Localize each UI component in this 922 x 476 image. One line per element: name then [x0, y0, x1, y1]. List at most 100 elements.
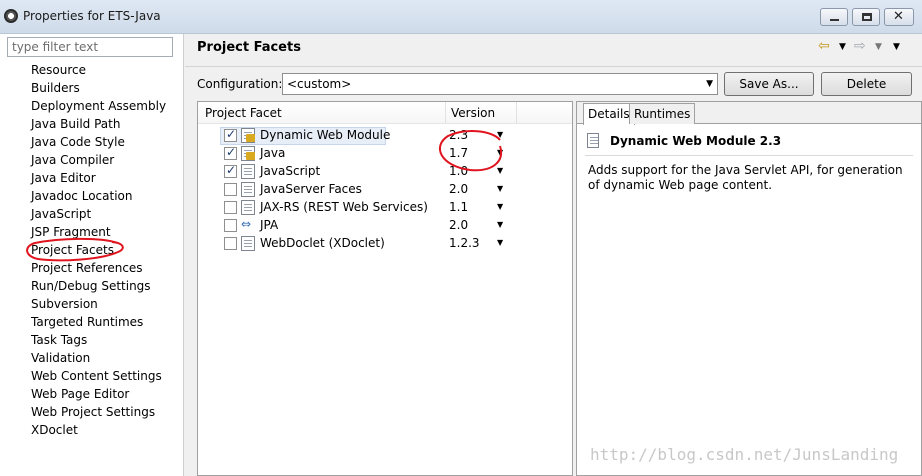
sidebar-item-task-tags[interactable]: Task Tags — [31, 331, 166, 349]
configuration-value: <custom> — [287, 77, 352, 91]
sidebar-item-java-compiler[interactable]: Java Compiler — [31, 151, 166, 169]
forward-arrow-icon[interactable]: ⇨ — [854, 38, 866, 54]
column-header-version[interactable]: Version — [451, 106, 495, 120]
sidebar-item-java-editor[interactable]: Java Editor — [31, 169, 166, 187]
table-row[interactable]: WebDoclet (XDoclet) 1.2.3 ▼ — [198, 235, 572, 253]
sidebar-item-validation[interactable]: Validation — [31, 349, 166, 367]
tab-bar: Details Runtimes — [577, 102, 921, 125]
sidebar-item-web-project-settings[interactable]: Web Project Settings — [31, 403, 166, 421]
table-row[interactable]: ⇔ JPA 2.0 ▼ — [198, 217, 572, 235]
sidebar-item-javascript[interactable]: JavaScript — [31, 205, 166, 223]
details-description: Adds support for the Java Servlet API, f… — [588, 163, 903, 192]
sidebar-item-resource[interactable]: Resource — [31, 61, 166, 79]
configuration-label: Configuration: — [197, 77, 283, 91]
facet-checkbox[interactable] — [224, 201, 237, 214]
table-header: Project Facet Version — [198, 102, 572, 124]
sidebar-item-java-code-style[interactable]: Java Code Style — [31, 133, 166, 151]
sidebar-item-web-page-editor[interactable]: Web Page Editor — [31, 385, 166, 403]
close-icon: ✕ — [893, 9, 904, 24]
facet-checkbox[interactable] — [224, 219, 237, 232]
sidebar-item-builders[interactable]: Builders — [31, 79, 166, 97]
facet-checkbox[interactable] — [224, 145, 237, 160]
minimize-icon — [830, 19, 839, 21]
facet-version[interactable]: 2.3 — [449, 128, 468, 142]
facet-name: JavaServer Faces — [260, 182, 362, 196]
version-dropdown-icon[interactable]: ▼ — [497, 166, 503, 175]
table-row[interactable]: Dynamic Web Module 2.3 ▼ — [198, 127, 572, 145]
facet-name: Dynamic Web Module — [260, 128, 391, 142]
tab-runtimes[interactable]: Runtimes — [629, 103, 696, 124]
document-icon — [241, 236, 255, 251]
project-facets-table: Project Facet Version Dynamic Web Module… — [197, 101, 573, 476]
facet-checkbox[interactable] — [224, 183, 237, 196]
sidebar-item-targeted-runtimes[interactable]: Targeted Runtimes — [31, 313, 166, 331]
facet-checkbox[interactable] — [224, 127, 237, 142]
version-dropdown-icon[interactable]: ▼ — [497, 130, 503, 139]
facet-name: JavaScript — [260, 164, 321, 178]
delete-button[interactable]: Delete — [821, 72, 912, 96]
facet-name: Java — [260, 146, 286, 160]
version-dropdown-icon[interactable]: ▼ — [497, 202, 503, 211]
close-button[interactable]: ✕ — [884, 8, 914, 26]
sidebar-item-jsp-fragment[interactable]: JSP Fragment — [31, 223, 166, 241]
lock-icon — [246, 152, 255, 160]
configuration-dropdown[interactable]: <custom> ▼ — [282, 73, 718, 95]
column-header-project-facet[interactable]: Project Facet — [205, 106, 282, 120]
sidebar-item-run-debug-settings[interactable]: Run/Debug Settings — [31, 277, 166, 295]
details-panel: Details Runtimes Dynamic Web Module 2.3 … — [576, 101, 922, 476]
table-row[interactable]: JavaScript 1.0 ▼ — [198, 163, 572, 181]
column-divider[interactable] — [516, 102, 517, 124]
tab-details[interactable]: Details — [583, 103, 635, 125]
document-icon — [241, 164, 255, 179]
column-divider[interactable] — [445, 102, 446, 124]
sidebar-item-java-build-path[interactable]: Java Build Path — [31, 115, 166, 133]
facet-version[interactable]: 1.0 — [449, 164, 468, 178]
chevron-down-icon: ▼ — [706, 79, 713, 89]
header-divider — [185, 66, 922, 67]
table-row[interactable]: JavaServer Faces 2.0 ▼ — [198, 181, 572, 199]
window-title: Properties for ETS-Java — [23, 9, 161, 23]
facet-version[interactable]: 2.0 — [449, 218, 468, 232]
filter-input[interactable] — [7, 37, 173, 57]
sidebar-item-xdoclet[interactable]: XDoclet — [31, 421, 166, 439]
version-dropdown-icon[interactable]: ▼ — [497, 148, 503, 157]
details-divider — [585, 155, 913, 156]
facet-version[interactable]: 1.1 — [449, 200, 468, 214]
maximize-icon — [862, 13, 872, 21]
lock-icon — [246, 134, 255, 142]
facet-version[interactable]: 1.2.3 — [449, 236, 480, 250]
page-title: Project Facets — [197, 40, 301, 55]
sidebar-item-project-references[interactable]: Project References — [31, 259, 166, 277]
facet-version[interactable]: 1.7 — [449, 146, 468, 160]
facet-name: WebDoclet (XDoclet) — [260, 236, 385, 250]
facet-checkbox[interactable] — [224, 163, 237, 178]
document-icon — [241, 182, 255, 197]
version-dropdown-icon[interactable]: ▼ — [497, 220, 503, 229]
document-icon — [587, 133, 599, 148]
facet-name: JAX-RS (REST Web Services) — [260, 200, 428, 214]
facet-version[interactable]: 2.0 — [449, 182, 468, 196]
jpa-icon: ⇔ — [241, 217, 252, 231]
view-menu-icon[interactable]: ▼ — [893, 42, 900, 52]
sidebar-item-project-facets[interactable]: Project Facets — [31, 241, 166, 259]
version-dropdown-icon[interactable]: ▼ — [497, 184, 503, 193]
facet-name: JPA — [260, 218, 279, 232]
minimize-button[interactable] — [820, 8, 848, 26]
back-arrow-icon[interactable]: ⇦ — [818, 38, 830, 54]
version-dropdown-icon[interactable]: ▼ — [497, 238, 503, 247]
back-history-dropdown-icon[interactable]: ▼ — [839, 42, 846, 52]
sidebar-item-deployment-assembly[interactable]: Deployment Assembly — [31, 97, 166, 115]
title-bar: Properties for ETS-Java ✕ — [0, 0, 922, 34]
maximize-button[interactable] — [852, 8, 880, 26]
property-page-sidebar: ResourceBuildersDeployment AssemblyJava … — [0, 34, 184, 476]
facet-checkbox[interactable] — [224, 237, 237, 250]
sidebar-item-web-content-settings[interactable]: Web Content Settings — [31, 367, 166, 385]
property-page-content: Project Facets ⇦ ▼ ⇨ ▼ ▼ Configuration: … — [185, 34, 922, 476]
save-as-button[interactable]: Save As... — [724, 72, 814, 96]
sidebar-item-subversion[interactable]: Subversion — [31, 295, 166, 313]
watermark: http://blog.csdn.net/JunsLanding — [590, 445, 899, 464]
forward-history-dropdown-icon[interactable]: ▼ — [875, 42, 882, 52]
table-row[interactable]: Java 1.7 ▼ — [198, 145, 572, 163]
sidebar-item-javadoc-location[interactable]: Javadoc Location — [31, 187, 166, 205]
table-row[interactable]: JAX-RS (REST Web Services) 1.1 ▼ — [198, 199, 572, 217]
